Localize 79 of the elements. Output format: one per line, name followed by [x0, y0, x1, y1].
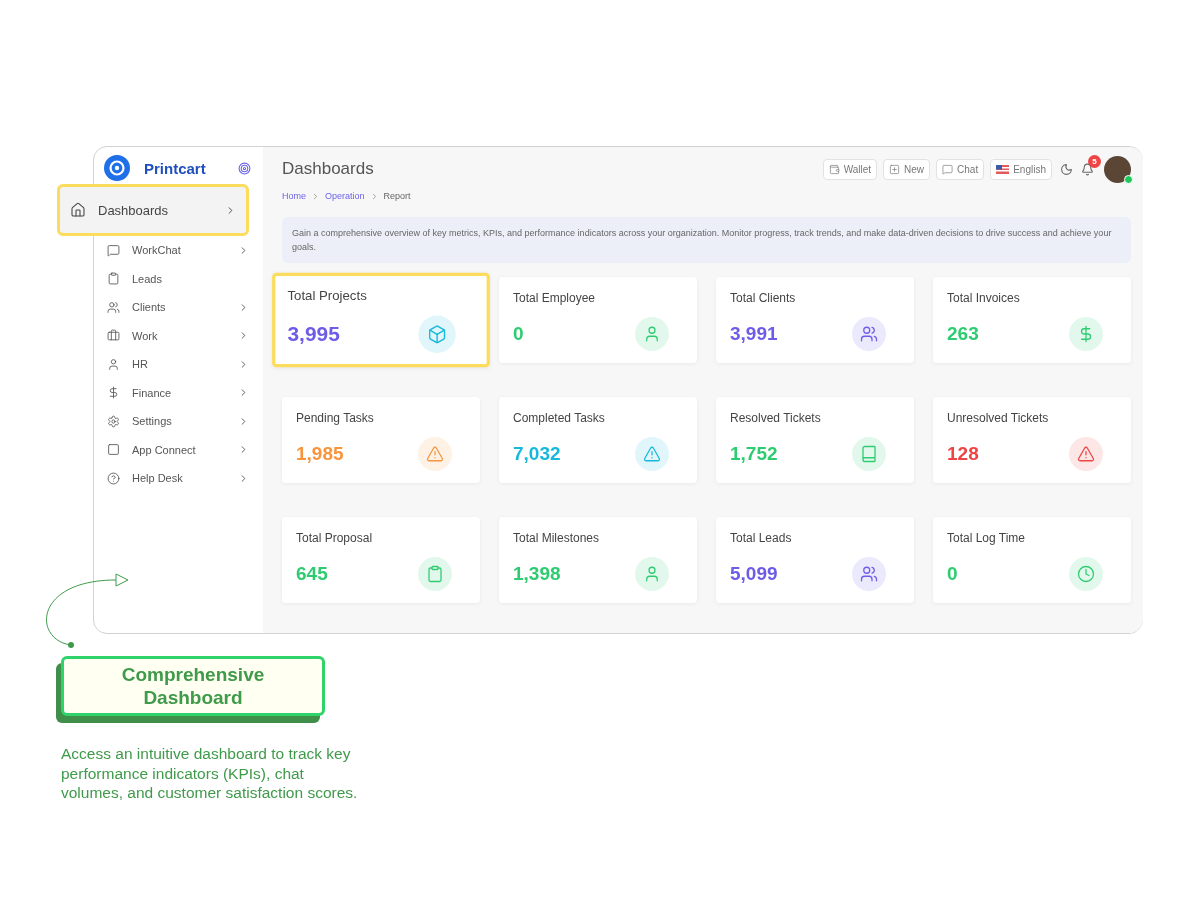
sidebar-item[interactable]: Dashboards: [57, 184, 249, 236]
clipboard-badge-icon: [418, 557, 452, 591]
sidebar-item[interactable]: Help Desk: [104, 464, 263, 493]
users-badge-icon: [852, 557, 886, 591]
card-value: 5,099: [730, 563, 779, 585]
card-title: Total Proposal: [296, 531, 374, 545]
moon-icon[interactable]: [1060, 162, 1073, 176]
clock-badge-icon: [1069, 557, 1103, 591]
card-title: Total Invoices: [947, 291, 1021, 305]
card-title: Total Employee: [513, 291, 597, 305]
box-badge-icon: [418, 315, 456, 353]
card-value: 7,032: [513, 443, 562, 465]
notification-badge: 5: [1088, 154, 1101, 168]
sidebar-item[interactable]: Leads: [104, 264, 263, 293]
dollar-icon: [107, 386, 120, 400]
card-value: 3,995: [287, 321, 341, 346]
logo-icon: [104, 155, 130, 181]
card-title: Unresolved Tickets: [947, 411, 1050, 425]
card-value: 645: [296, 563, 329, 585]
sidebar-item[interactable]: WorkChat: [104, 236, 263, 265]
card-value: 128: [947, 443, 980, 465]
target-icon[interactable]: [238, 161, 251, 175]
card-value: 263: [947, 323, 980, 345]
warning-badge-icon: [418, 437, 452, 471]
card-title: Pending Tasks: [296, 411, 375, 425]
header-button[interactable]: English: [990, 158, 1052, 180]
plus-square-icon: [889, 163, 901, 175]
card-value: 1,398: [513, 563, 562, 585]
sidebar-item[interactable]: Clients: [104, 293, 263, 322]
card-value: 3,991: [730, 323, 779, 345]
card-title: Total Milestones: [513, 531, 601, 545]
sidebar-item[interactable]: HR: [104, 350, 263, 379]
page-title: Dashboards: [282, 159, 375, 179]
callout-text: Access an intuitive dashboard to track key performance indicators (KPIs), chat volumes, and customer satisfaction scores.: [61, 744, 359, 803]
warning-badge-icon: [635, 437, 669, 471]
sidebar-item[interactable]: Finance: [104, 378, 263, 407]
help-icon: [107, 471, 120, 485]
card-title: Completed Tasks: [513, 411, 606, 425]
clipboard-icon: [107, 272, 120, 286]
bell-icon[interactable]: [1081, 162, 1094, 176]
user-icon: [107, 357, 120, 371]
card-title: Total Log Time: [947, 531, 1027, 545]
header-button[interactable]: Wallet: [822, 158, 878, 180]
chat-bubble-icon: [107, 243, 120, 257]
users-badge-icon: [852, 317, 886, 351]
online-dot: [1124, 174, 1133, 184]
brand-name: Printcart: [144, 159, 207, 177]
header-button[interactable]: Chat: [936, 158, 985, 180]
header-button[interactable]: New: [883, 158, 931, 180]
breadcrumb-link[interactable]: Operation: [325, 191, 365, 201]
breadcrumb-link[interactable]: Report: [383, 191, 411, 201]
gear-icon: [107, 414, 120, 428]
card-value: 0: [513, 323, 525, 345]
intro-text: Gain a comprehensive overview of key metrics, KPIs, and performance indicators across your organization. Monitor progress, track trends, and make data-driven decisions to drive success and achieve your goals.: [282, 217, 1131, 263]
briefcase-icon: [107, 329, 120, 343]
warning-badge-icon: [1069, 437, 1103, 471]
chat-bubble-icon: [942, 163, 954, 175]
avatar[interactable]: [1104, 155, 1131, 183]
sidebar-item[interactable]: Work: [104, 321, 263, 350]
house-icon: [70, 202, 86, 218]
card-title: Total Clients: [730, 291, 797, 305]
card-value: 1,985: [296, 443, 345, 465]
card-value: 1,752: [730, 443, 779, 465]
flag-icon: [996, 164, 1010, 174]
users-icon: [107, 300, 120, 314]
user-badge-icon: [635, 557, 669, 591]
chevron-icon: [311, 191, 320, 201]
breadcrumb-link[interactable]: Home: [282, 191, 306, 201]
card-title: Resolved Tickets: [730, 411, 822, 425]
dollar-badge-icon: [1069, 317, 1103, 351]
book-badge-icon: [852, 437, 886, 471]
card-title: Total Leads: [730, 531, 793, 545]
sidebar-item[interactable]: Settings: [104, 407, 263, 436]
sidebar-item[interactable]: App Connect: [104, 435, 263, 464]
square-icon: [107, 443, 120, 457]
card-value: 0: [947, 563, 959, 585]
user-badge-icon: [635, 317, 669, 351]
wallet-icon: [828, 163, 840, 175]
card-title: Total Projects: [287, 288, 368, 304]
